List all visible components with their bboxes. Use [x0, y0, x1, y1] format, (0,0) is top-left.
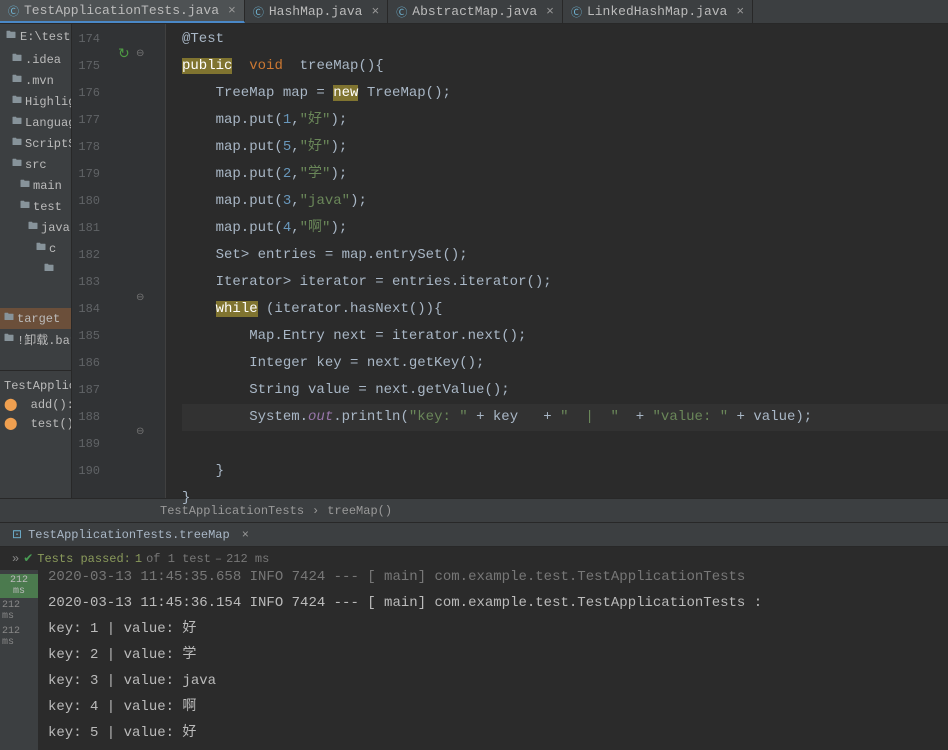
java-icon: Ⓒ: [396, 4, 407, 20]
tab-label: LinkedHashMap.java: [587, 4, 727, 19]
close-icon[interactable]: ×: [736, 4, 744, 19]
code-area[interactable]: @Test public void treeMap(){ TreeMap map…: [166, 24, 948, 498]
tree-item[interactable]: 🖿 Languages: [0, 112, 71, 133]
close-icon[interactable]: ×: [242, 528, 249, 542]
console-line: key: 4 | value: 啊: [48, 694, 938, 720]
breadcrumb: TestApplicationTests › treeMap(): [0, 498, 948, 522]
fold-gutter: ↻ ⊖ ⊖ ⊖: [108, 24, 166, 498]
run-gutter-icon[interactable]: ↻: [118, 46, 130, 63]
bottom-structure: TestApplic ⬤ add(): v ⬤ test(): v: [0, 370, 71, 433]
project-root[interactable]: 🖿 E:\test: [0, 24, 71, 49]
project-tree: 🖿 .idea🖿 .mvn🖿 HighlightS🖿 Languages🖿 Sc…: [0, 49, 71, 350]
fold-icon[interactable]: ⊖: [136, 48, 144, 60]
tree-item[interactable]: 🖿 src: [0, 154, 71, 175]
tab-abstractmap[interactable]: Ⓒ AbstractMap.java ×: [388, 0, 563, 23]
test-tree-sidebar: 212 ms 212 ms 212 ms: [0, 570, 38, 750]
tab-hashmap[interactable]: Ⓒ HashMap.java ×: [245, 0, 388, 23]
line-gutter: 174 175 176 177 178 179 180 181 182 183 …: [72, 24, 108, 498]
tree-item[interactable]: 🖿 ScriptSamp: [0, 133, 71, 154]
tree-item[interactable]: 🖿 target: [0, 308, 71, 329]
structure-item[interactable]: TestApplic: [0, 377, 71, 395]
structure-item[interactable]: ⬤ add(): v: [0, 395, 71, 414]
tree-item[interactable]: 🖿 .idea: [0, 49, 71, 70]
editor-tabs: Ⓒ TestApplicationTests.java × Ⓒ HashMap.…: [0, 0, 948, 24]
fold-icon[interactable]: ⊖: [136, 292, 144, 304]
breadcrumb-method[interactable]: treeMap(): [327, 504, 392, 518]
tab-label: TestApplicationTests.java: [24, 3, 219, 18]
console-line: 2020-03-13 11:45:35.658 INFO 7424 --- [ …: [48, 564, 938, 590]
tree-item: [0, 280, 71, 308]
chevron-right-icon: ›: [312, 504, 319, 518]
folder-icon: 🖿: [6, 28, 16, 45]
java-icon: Ⓒ: [571, 4, 582, 20]
project-root-label: E:\test: [20, 30, 70, 44]
console-line: 2020-03-13 11:45:36.154 INFO 7424 --- [ …: [48, 590, 938, 616]
java-icon: Ⓒ: [8, 3, 19, 19]
main-layout: 🖿 E:\test 🖿 .idea🖿 .mvn🖿 HighlightS🖿 Lan…: [0, 24, 948, 498]
tab-testapplicationtests[interactable]: Ⓒ TestApplicationTests.java ×: [0, 0, 245, 23]
java-icon: Ⓒ: [253, 4, 264, 20]
run-tab-label: TestApplicationTests.treeMap: [28, 528, 230, 542]
project-sidebar: 🖿 E:\test 🖿 .idea🖿 .mvn🖿 HighlightS🖿 Lan…: [0, 24, 72, 498]
tree-item[interactable]: 🖿 test: [0, 196, 71, 217]
console-panel: 212 ms 212 ms 212 ms 2020-03-13 11:45:35…: [0, 570, 948, 750]
test-icon: ⊡: [12, 527, 22, 542]
tree-item[interactable]: 🖿 HighlightS: [0, 91, 71, 112]
time-item: 212 ms: [0, 624, 38, 650]
run-tool-tab[interactable]: ⊡ TestApplicationTests.treeMap ×: [0, 522, 948, 546]
close-icon[interactable]: ×: [371, 4, 379, 19]
structure-item[interactable]: ⬤ test(): v: [0, 414, 71, 433]
breadcrumb-class[interactable]: TestApplicationTests: [160, 504, 304, 518]
close-icon[interactable]: ×: [546, 4, 554, 19]
tree-item[interactable]: 🖿 !卸载.bat: [0, 329, 71, 350]
console-line: key: 1 | value: 好: [48, 616, 938, 642]
tree-item[interactable]: 🖿 java: [0, 217, 71, 238]
tab-label: AbstractMap.java: [412, 4, 537, 19]
fold-icon[interactable]: ⊖: [136, 426, 144, 438]
expand-icon[interactable]: »: [12, 552, 19, 566]
time-badge: 212 ms: [0, 574, 38, 598]
check-icon: ✔: [23, 551, 33, 566]
tree-item[interactable]: 🖿 main: [0, 175, 71, 196]
tree-item[interactable]: 🖿 c: [0, 238, 71, 259]
console-output[interactable]: 2020-03-13 11:45:35.658 INFO 7424 --- [ …: [38, 570, 948, 750]
console-line: key: 5 | value: 好: [48, 720, 938, 746]
tab-linkedhashmap[interactable]: Ⓒ LinkedHashMap.java ×: [563, 0, 753, 23]
console-line: key: 2 | value: 学: [48, 642, 938, 668]
time-item: 212 ms: [0, 598, 38, 624]
tree-item[interactable]: 🖿: [0, 259, 71, 280]
console-line: key: 3 | value: java: [48, 668, 938, 694]
close-icon[interactable]: ×: [228, 3, 236, 18]
code-editor[interactable]: 174 175 176 177 178 179 180 181 182 183 …: [72, 24, 948, 498]
tree-item[interactable]: 🖿 .mvn: [0, 70, 71, 91]
tab-label: HashMap.java: [269, 4, 363, 19]
